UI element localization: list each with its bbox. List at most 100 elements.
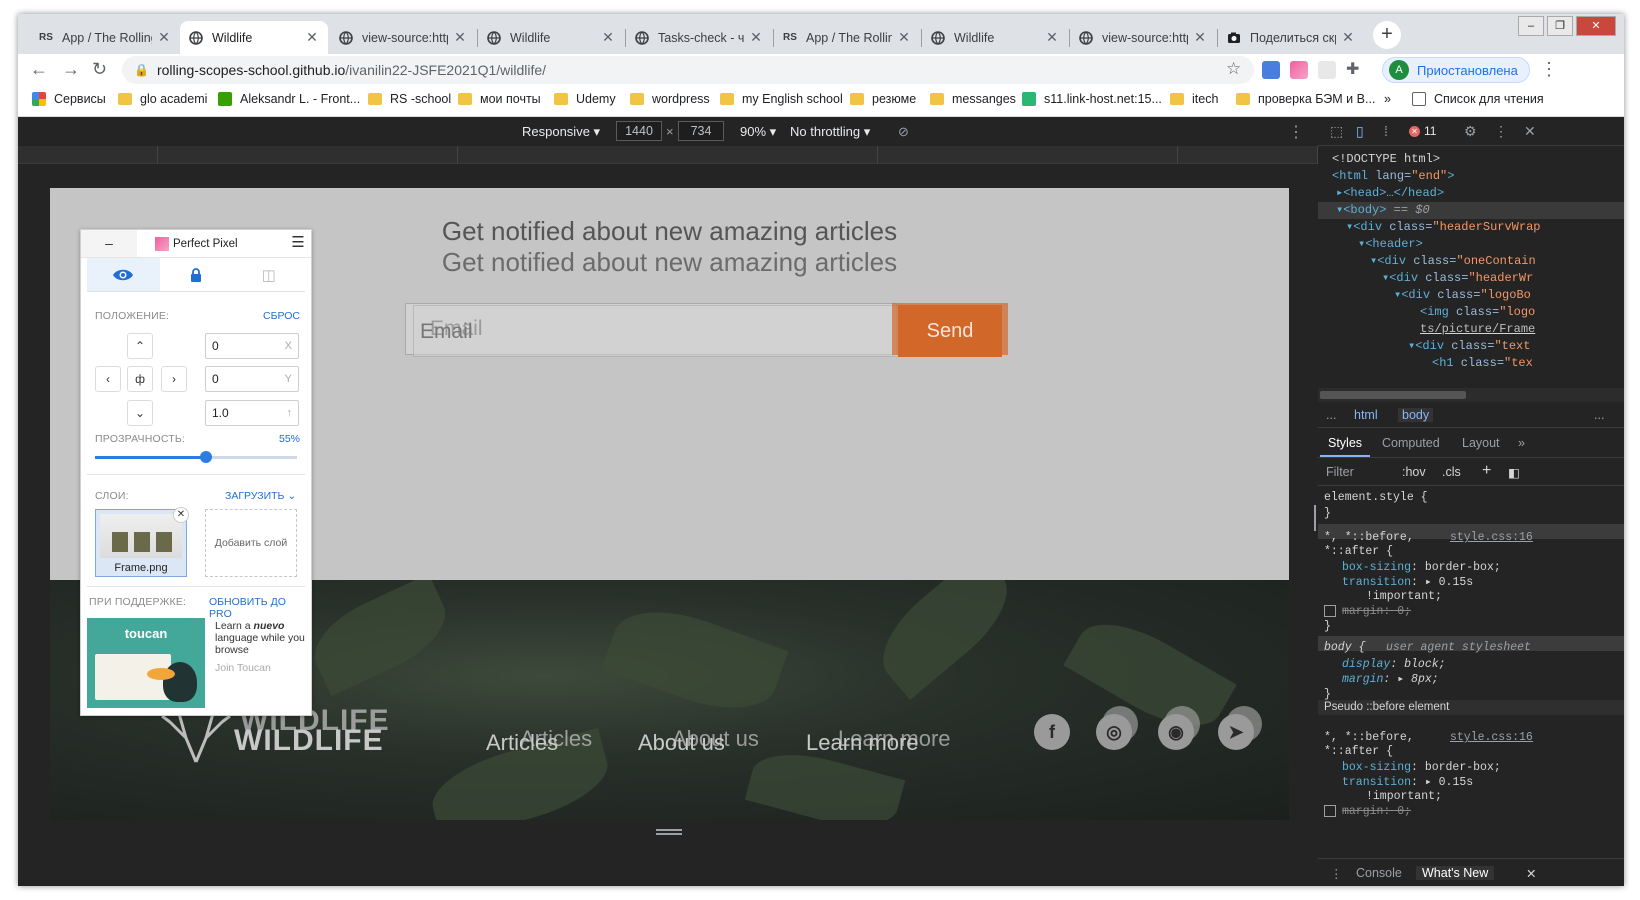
dom-node[interactable]: ▸<head>…</head> xyxy=(1336,185,1444,202)
drawer-close-icon[interactable]: ✕ xyxy=(1526,866,1536,881)
universal-selector-after[interactable]: *::after { xyxy=(1324,544,1393,559)
bookmark-folder[interactable]: Udemy xyxy=(554,92,616,106)
declaration-checkbox[interactable] xyxy=(1324,804,1336,817)
bookmark-folder[interactable]: мои почты xyxy=(458,92,541,106)
breadcrumb-body[interactable]: body xyxy=(1398,408,1434,422)
back-icon[interactable]: ← xyxy=(30,59,48,80)
style-declaration[interactable]: box-sizing: border-box; xyxy=(1342,760,1501,775)
invert-icon[interactable]: ◫ xyxy=(232,258,305,291)
bookmark-folder[interactable]: RS -school xyxy=(368,92,451,106)
pp-y-input[interactable]: 0Y xyxy=(205,366,299,392)
style-declaration[interactable]: box-sizing: border-box; xyxy=(1342,560,1501,575)
extensions-puzzle-icon[interactable]: ✚ xyxy=(1346,59,1364,78)
dom-node[interactable]: ▾<div class="headerWr xyxy=(1382,270,1533,287)
bookmark-upwork[interactable]: Aleksandr L. - Front... xyxy=(218,92,360,106)
tab-8[interactable]: Поделиться скр ✕ xyxy=(1218,21,1364,54)
maximize-window-button[interactable]: ❐ xyxy=(1547,16,1573,36)
bookmark-folder[interactable]: wordpress xyxy=(630,92,710,106)
viewport-resize-handle[interactable] xyxy=(656,829,682,835)
minimize-window-button[interactable]: – xyxy=(1518,16,1544,36)
style-declaration-overridden[interactable]: margin: 0; xyxy=(1324,804,1411,819)
close-icon[interactable]: ✕ xyxy=(896,29,912,46)
center-button[interactable]: ф xyxy=(127,366,153,392)
devtools-more-icon[interactable]: ⋮ xyxy=(1494,123,1508,140)
viewport-width-input[interactable]: 1440 xyxy=(616,121,662,141)
style-declaration[interactable]: transition: ▸ 0.15s xyxy=(1342,775,1473,790)
bookmark-folder[interactable]: проверка БЭМ и В... xyxy=(1236,92,1375,106)
universal-selector-after[interactable]: *::after { xyxy=(1324,744,1393,759)
zoom-select[interactable]: 90% ▾ xyxy=(740,124,776,140)
pp-opacity-slider[interactable] xyxy=(95,456,297,459)
tab-2[interactable]: view-source:https ✕ xyxy=(330,21,476,54)
pp-x-input[interactable]: 0X xyxy=(205,333,299,359)
breadcrumb-overflow[interactable]: ... xyxy=(1594,408,1604,422)
style-declaration[interactable]: margin: ▸ 8px; xyxy=(1342,672,1439,687)
tab-0[interactable]: RS App / The Rolling ✕ xyxy=(30,21,180,54)
drawer-menu-icon[interactable]: ⋮ xyxy=(1330,866,1343,881)
address-bar[interactable]: 🔒 rolling-scopes-school.github.io/ivanil… xyxy=(122,56,1254,84)
devtools-close-icon[interactable]: ✕ xyxy=(1524,123,1536,140)
more-bookmarks-button[interactable]: » xyxy=(1384,92,1391,106)
eye-icon[interactable] xyxy=(87,258,160,291)
ruler-segment[interactable] xyxy=(458,146,878,164)
ruler-segment[interactable] xyxy=(878,146,1178,164)
lock-icon[interactable]: 🔒 xyxy=(134,63,149,77)
hov-toggle[interactable]: :hov xyxy=(1402,465,1426,479)
declaration-checkbox[interactable] xyxy=(1324,604,1336,617)
profile-button[interactable]: A Приостановлена xyxy=(1382,57,1530,83)
dom-node-selected[interactable]: ▾<body> == $0 xyxy=(1318,202,1624,219)
move-down-button[interactable]: ⌄ xyxy=(127,400,153,426)
device-mode-select[interactable]: Responsive ▾ xyxy=(522,124,600,140)
tab-styles[interactable]: Styles xyxy=(1328,436,1362,450)
toggle-sidebar-icon[interactable]: ◧ xyxy=(1508,465,1520,480)
facebook-icon[interactable]: f xyxy=(1034,714,1070,750)
tab-computed[interactable]: Computed xyxy=(1382,436,1440,450)
telegram-icon[interactable]: ➤ xyxy=(1218,714,1254,750)
nav-about[interactable]: About us xyxy=(638,730,725,756)
instagram-icon[interactable]: ◎ xyxy=(1096,714,1132,750)
close-icon[interactable]: ✕ xyxy=(156,29,172,46)
style-source-link[interactable]: style.css:16 xyxy=(1450,730,1533,745)
dom-node[interactable]: ▾<div class="headerSurvWrap xyxy=(1346,219,1540,236)
settings-gear-icon[interactable]: ⚙ xyxy=(1464,123,1477,140)
tab-1[interactable]: Wildlife ✕ xyxy=(180,21,328,54)
dom-node[interactable]: <html lang="end"> xyxy=(1332,168,1454,185)
dom-node[interactable]: ▾<div class="oneContain xyxy=(1370,253,1536,270)
nav-articles[interactable]: Articles xyxy=(486,730,558,756)
tab-3[interactable]: Wildlife ✕ xyxy=(478,21,624,54)
new-tab-button[interactable]: + xyxy=(1373,21,1401,49)
element-style-selector[interactable]: element.style { xyxy=(1324,490,1428,505)
error-counter[interactable]: ✕ 11 xyxy=(1409,124,1436,138)
dom-node[interactable]: ▾<div class="text xyxy=(1408,338,1530,355)
close-icon[interactable]: ✕ xyxy=(1340,29,1356,46)
dom-node[interactable]: <h1 class="tex xyxy=(1432,355,1533,372)
close-window-button[interactable]: ✕ xyxy=(1576,16,1616,36)
bookmark-apps[interactable]: Сервисы xyxy=(32,92,106,106)
more-menu-icon[interactable]: ⋮ xyxy=(1540,59,1558,80)
style-declaration[interactable]: transition: ▸ 0.15s xyxy=(1342,575,1473,590)
universal-selector[interactable]: *, *::before, xyxy=(1324,530,1414,545)
elements-scrollbar[interactable] xyxy=(1318,388,1624,402)
close-icon[interactable]: ✕ xyxy=(1192,29,1208,46)
extension-icon[interactable] xyxy=(1318,61,1336,79)
delete-layer-icon[interactable]: ✕ xyxy=(173,507,189,523)
pp-upgrade-link[interactable]: ОБНОВИТЬ ДО PRO xyxy=(209,596,311,620)
style-declaration[interactable]: display: block; xyxy=(1342,657,1446,672)
tab-6[interactable]: Wildlife ✕ xyxy=(922,21,1068,54)
nav-learn[interactable]: Learn more xyxy=(806,730,919,756)
device-more-icon[interactable]: ⋮ xyxy=(1288,122,1304,142)
breadcrumb-html[interactable]: html xyxy=(1354,408,1378,422)
bookmark-folder[interactable]: my English school xyxy=(720,92,843,106)
ruler-segment[interactable] xyxy=(158,146,458,164)
lock-icon[interactable] xyxy=(160,258,233,291)
move-right-button[interactable]: › xyxy=(161,366,187,392)
extension-v-icon[interactable] xyxy=(1262,61,1280,79)
bookmark-star-icon[interactable]: ☆ xyxy=(1226,59,1241,79)
pp-minimize-button[interactable]: – xyxy=(81,230,137,257)
tab-whats-new[interactable]: What's New xyxy=(1416,866,1495,880)
style-declaration-overridden[interactable]: margin: 0; xyxy=(1324,604,1411,619)
dom-node[interactable]: <!DOCTYPE html> xyxy=(1332,151,1440,168)
dom-node[interactable]: ts/picture/Frame xyxy=(1420,321,1535,338)
pp-scale-input[interactable]: 1.0 ↑ xyxy=(205,400,299,426)
tab-console[interactable]: Console xyxy=(1356,866,1402,880)
